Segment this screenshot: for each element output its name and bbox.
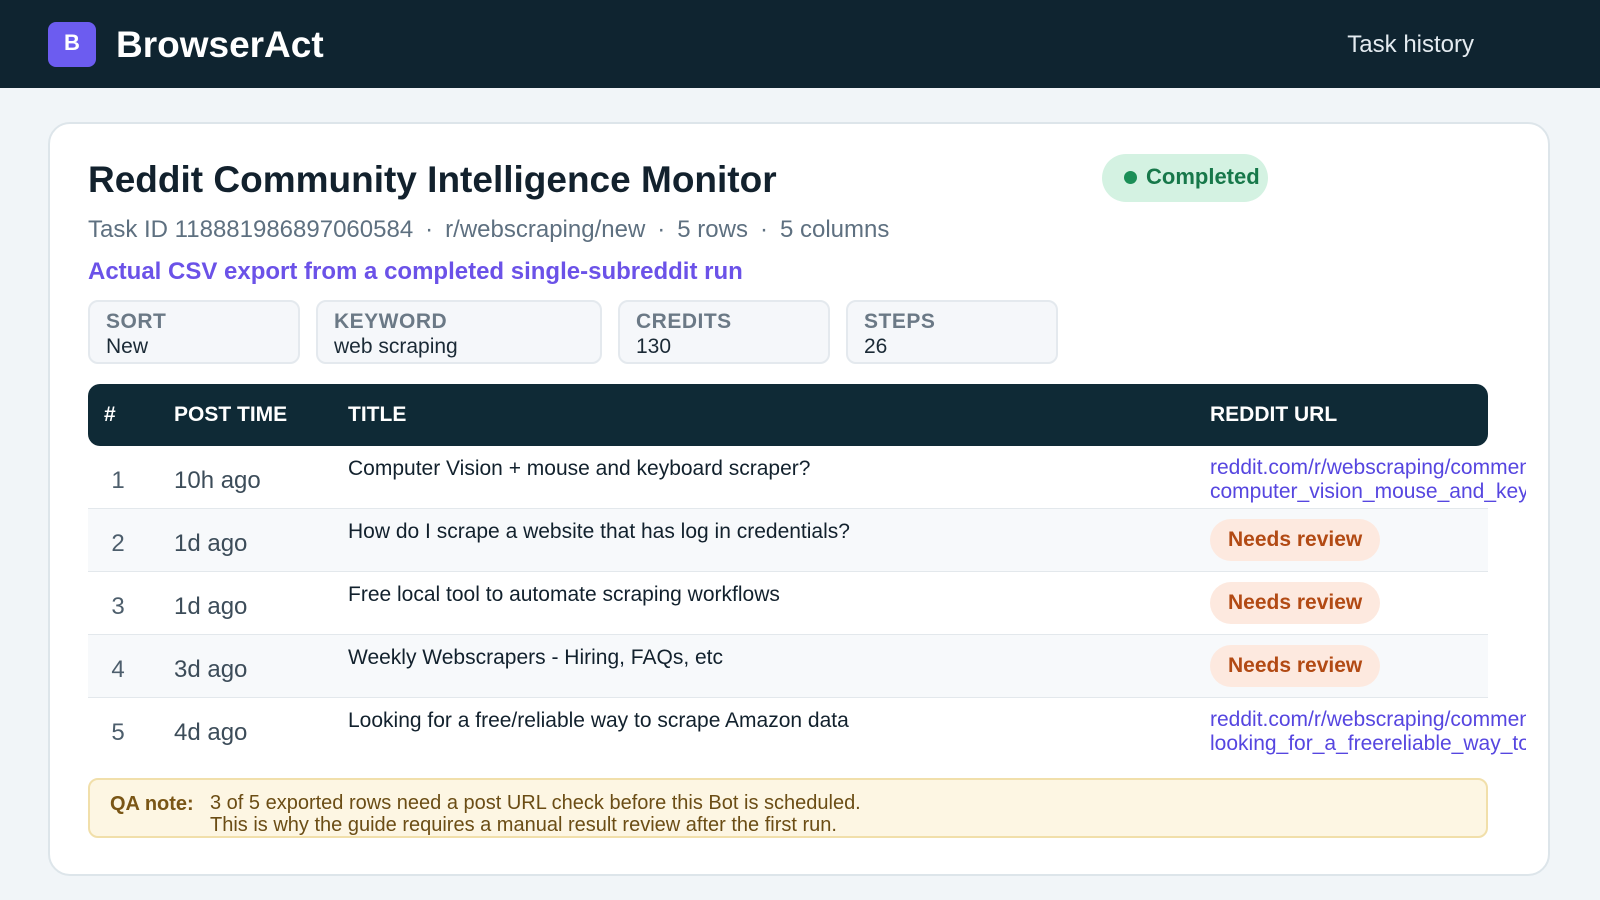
meta-separator: · — [425, 216, 434, 243]
stat-value: 130 — [636, 335, 672, 358]
logo-icon: B — [48, 22, 96, 67]
post-time: 1d ago — [174, 530, 248, 557]
table-header: # POST TIME TITLE REDDIT URL — [88, 384, 1488, 446]
table-row: 1 10h ago Computer Vision + mouse and ke… — [88, 446, 1526, 509]
post-time: 1d ago — [174, 593, 248, 620]
export-subtitle: Actual CSV export from a completed singl… — [88, 258, 743, 285]
qa-note-banner: QA note: 3 of 5 exported rows need a pos… — [88, 778, 1488, 838]
post-title: Looking for a free/reliable way to scrap… — [348, 709, 849, 732]
page-title: Reddit Community Intelligence Monitor — [88, 159, 777, 200]
post-time: 3d ago — [174, 656, 248, 683]
url-line: looking_for_a_freereliable_way_to_scr — [1210, 732, 1526, 755]
column-count: 5 columns — [779, 216, 890, 243]
header-number: # — [104, 403, 116, 426]
stat-sort: SORT New — [88, 300, 300, 364]
post-title: How do I scrape a website that has log i… — [348, 520, 850, 543]
qa-note-line: 3 of 5 exported rows need a post URL che… — [210, 792, 861, 814]
status-dot-icon — [1124, 171, 1137, 184]
header-reddit-url: REDDIT URL — [1210, 403, 1338, 426]
meta-separator: · — [657, 216, 666, 243]
top-navigation-bar: B BrowserAct Task history — [0, 0, 1600, 88]
task-meta: Task ID 118881986897060584 · r/webscraping… — [88, 214, 889, 246]
post-title: Computer Vision + mouse and keyboard scr… — [348, 457, 811, 480]
row-count: 5 rows — [677, 216, 748, 243]
stat-credits: CREDITS 130 — [618, 300, 830, 364]
url-line: computer_vision_mouse_and_keyboar — [1210, 480, 1526, 503]
stat-label: CREDITS — [636, 310, 732, 333]
stat-value: web scraping — [334, 335, 458, 358]
task-history-link[interactable]: Task history — [1347, 30, 1474, 60]
qa-note-text: 3 of 5 exported rows need a post URL che… — [210, 792, 861, 836]
row-number: 4 — [111, 656, 125, 683]
row-number: 3 — [111, 593, 125, 620]
stat-label: SORT — [106, 310, 167, 333]
stat-value: 26 — [864, 335, 888, 358]
brand-name: BrowserAct — [116, 24, 324, 65]
results-table: # POST TIME TITLE REDDIT URL 1 10h ago C… — [88, 384, 1526, 760]
qa-note-label: QA note: — [110, 793, 194, 815]
table-row: 3 1d ago Free local tool to automate scr… — [88, 572, 1488, 635]
reddit-url-link[interactable]: reddit.com/r/webscraping/comments/1t com… — [1210, 456, 1526, 504]
qa-note-line: This is why the guide requires a manual … — [210, 814, 837, 836]
needs-review-badge: Needs review — [1210, 645, 1381, 687]
row-number: 1 — [111, 467, 125, 494]
stat-label: STEPS — [864, 310, 936, 333]
table-row: 2 1d ago How do I scrape a website that … — [88, 509, 1488, 572]
task-id: Task ID 118881986897060584 — [88, 216, 414, 243]
row-number: 2 — [111, 530, 125, 557]
table-row: 4 3d ago Weekly Webscrapers - Hiring, FA… — [88, 635, 1488, 698]
stat-value: New — [106, 335, 149, 358]
header-post-time: POST TIME — [174, 403, 288, 426]
task-source: r/webscraping/new — [445, 216, 646, 243]
post-title: Weekly Webscrapers - Hiring, FAQs, etc — [348, 646, 723, 669]
header-title: TITLE — [348, 403, 407, 426]
post-time: 10h ago — [174, 467, 261, 494]
reddit-url-link[interactable]: reddit.com/r/webscraping/comments/1t loo… — [1210, 708, 1526, 756]
task-result-card: Reddit Community Intelligence Monitor Co… — [48, 122, 1550, 876]
table-row: 5 4d ago Looking for a free/reliable way… — [88, 698, 1526, 760]
url-line: reddit.com/r/webscraping/comments/1t — [1210, 708, 1526, 731]
stat-steps: STEPS 26 — [846, 300, 1058, 364]
url-line: reddit.com/r/webscraping/comments/1t — [1210, 456, 1526, 479]
status-badge: Completed — [1102, 154, 1268, 202]
stat-label: KEYWORD — [334, 310, 448, 333]
needs-review-badge: Needs review — [1210, 582, 1381, 624]
status-label: Completed — [1146, 164, 1260, 189]
post-time: 4d ago — [174, 719, 248, 746]
meta-separator: · — [759, 216, 768, 243]
row-number: 5 — [111, 719, 125, 746]
needs-review-badge: Needs review — [1210, 519, 1381, 561]
stat-keyword: KEYWORD web scraping — [316, 300, 602, 364]
post-title: Free local tool to automate scraping wor… — [348, 583, 780, 606]
